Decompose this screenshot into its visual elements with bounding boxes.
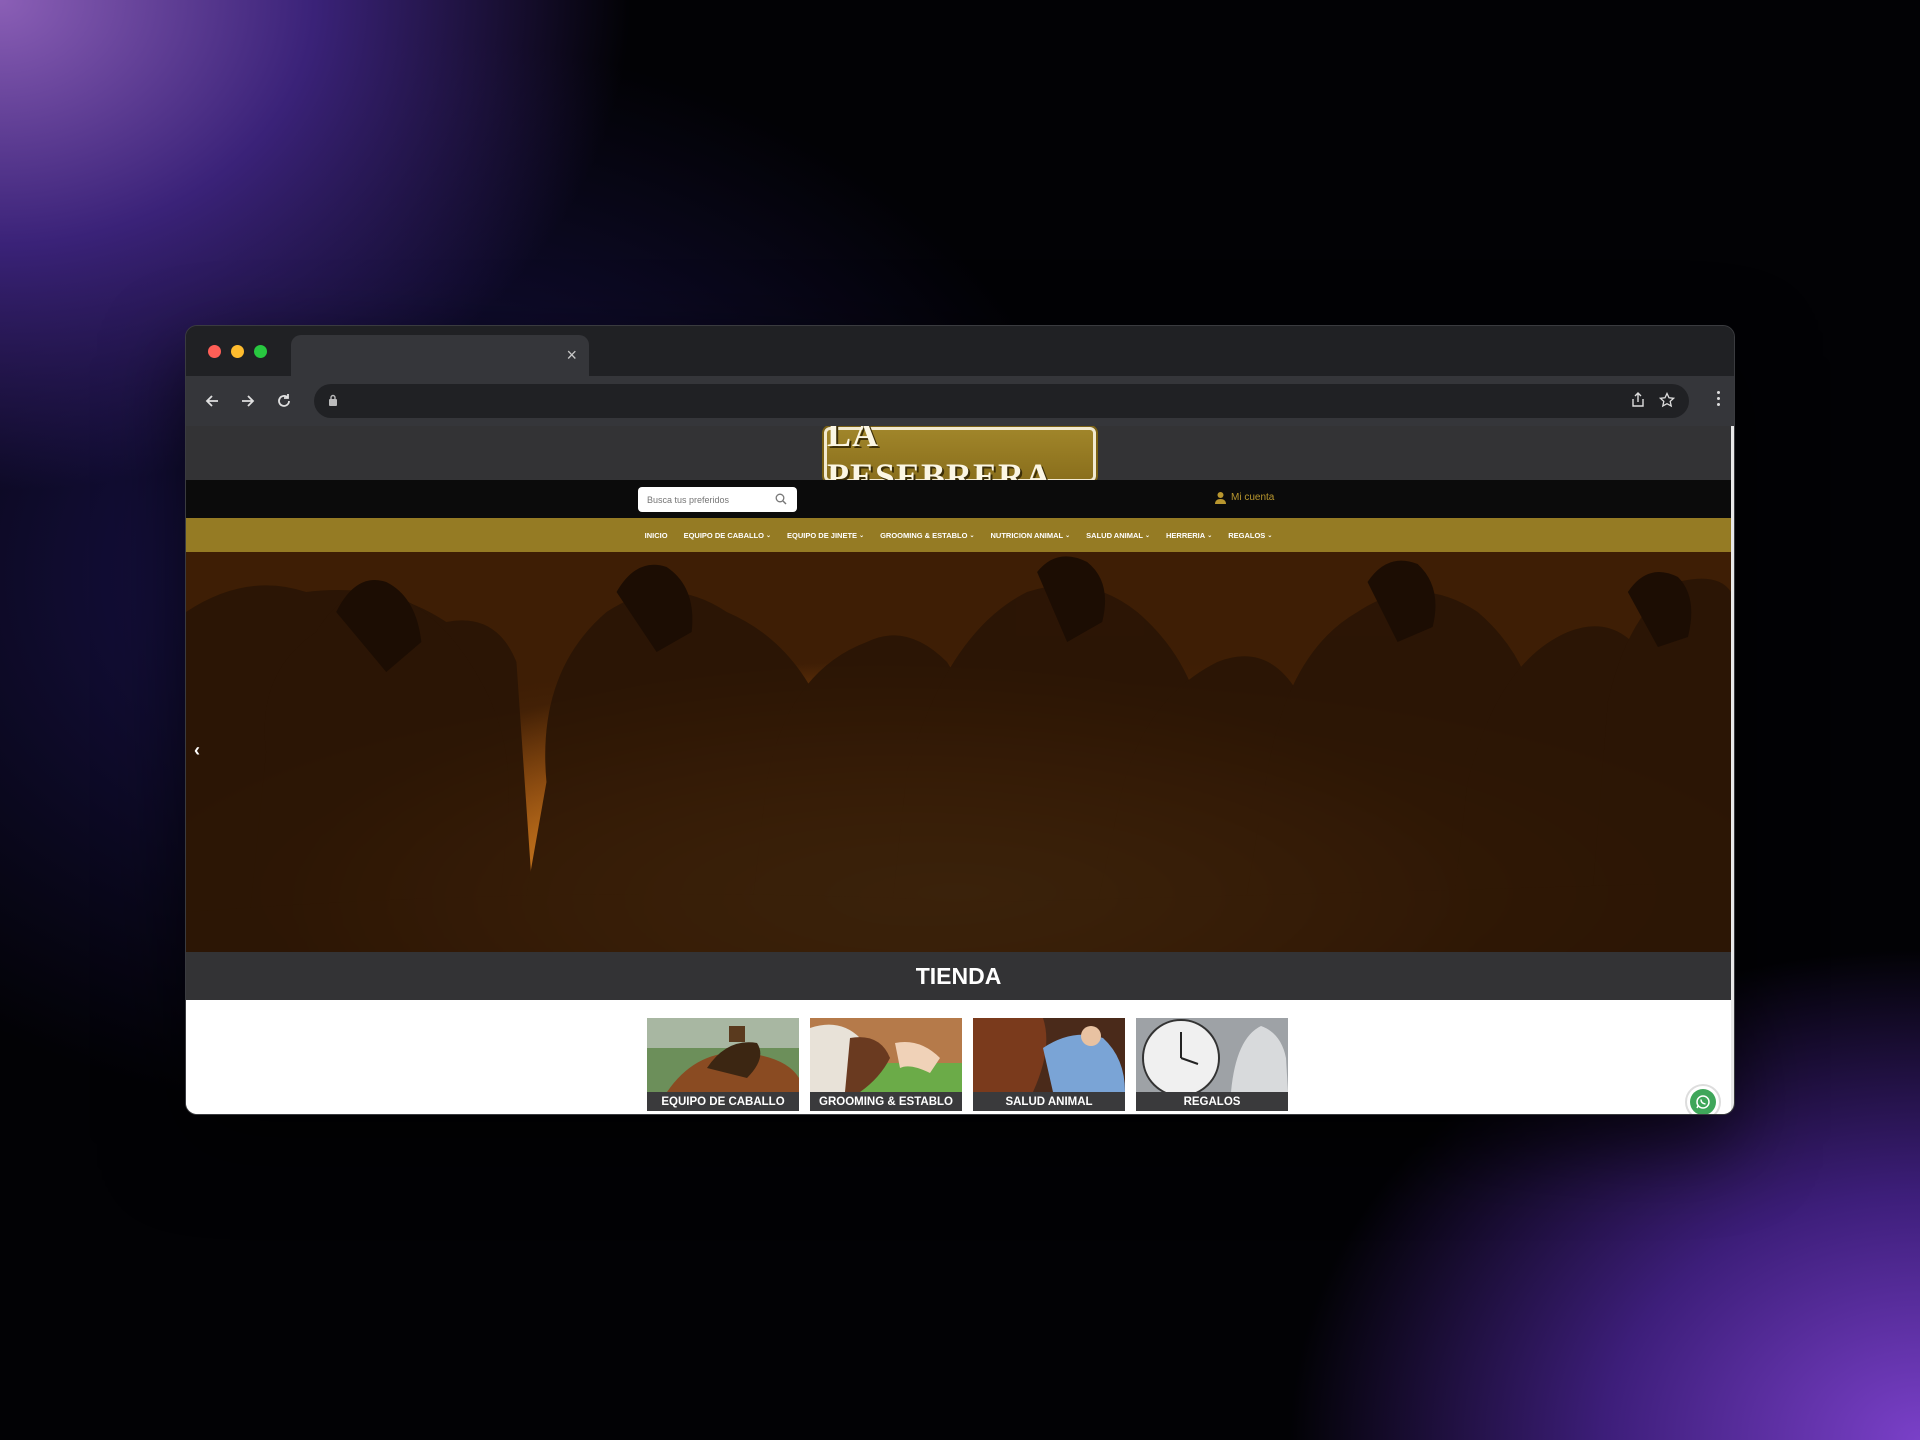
category-card-regalos[interactable]: REGALOS xyxy=(1136,1018,1288,1111)
saddle-image xyxy=(647,1018,799,1092)
nav-item-label: NUTRICION ANIMAL xyxy=(990,530,1064,540)
nav-item-equipo-de-jinete[interactable]: EQUIPO DE JINETE ⌄ xyxy=(787,531,864,540)
search-box xyxy=(638,487,797,512)
chevron-down-icon: ⌄ xyxy=(1144,532,1151,539)
category-label: GROOMING & ESTABLO xyxy=(810,1092,962,1111)
whatsapp-icon xyxy=(1696,1095,1710,1109)
nav-item-label: REGALOS xyxy=(1228,530,1266,540)
site-logo[interactable]: LA PESEBRERA xyxy=(824,426,1096,496)
category-grid: EQUIPO DE CABALLO GROOMING & ESTABLO SAL… xyxy=(186,1000,1731,1114)
user-icon xyxy=(1215,492,1226,504)
whatsapp-button[interactable] xyxy=(1685,1084,1721,1114)
share-icon[interactable] xyxy=(1631,392,1645,408)
search-icon[interactable] xyxy=(775,493,787,505)
nav-item-inicio[interactable]: INICIO xyxy=(645,531,668,540)
site-header: LA PESEBRERA xyxy=(186,426,1731,496)
chevron-down-icon: ⌄ xyxy=(969,532,975,539)
bookmark-star-icon[interactable] xyxy=(1659,392,1675,408)
close-window-button[interactable] xyxy=(208,345,221,358)
search-input[interactable] xyxy=(638,487,768,512)
nav-item-salud-animal[interactable]: SALUD ANIMAL ⌄ xyxy=(1086,531,1150,540)
grooming-image xyxy=(810,1018,962,1092)
chevron-down-icon: ⌄ xyxy=(766,532,772,539)
category-card-grooming-establo[interactable]: GROOMING & ESTABLO xyxy=(810,1018,962,1111)
page-scrollbar[interactable] xyxy=(1731,426,1734,1114)
browser-menu-icon[interactable] xyxy=(1717,391,1720,406)
nav-item-label: HERRERIA xyxy=(1166,530,1206,540)
category-label: REGALOS xyxy=(1136,1092,1288,1111)
main-navigation: INICIO EQUIPO DE CABALLO ⌄ EQUIPO DE JINETE… xyxy=(186,518,1731,552)
browser-toolbar xyxy=(186,376,1734,426)
clock-gift-image xyxy=(1136,1018,1288,1097)
browser-window: × LA PESEBRERA Busca tus preferidos Mi c… xyxy=(185,325,1735,1115)
category-label: EQUIPO DE CABALLO xyxy=(647,1092,799,1111)
nav-item-equipo-de-caballo[interactable]: EQUIPO DE CABALLO ⌄ xyxy=(684,531,771,540)
account-label: Mi cuenta xyxy=(1231,492,1275,503)
maximize-window-button[interactable] xyxy=(254,345,267,358)
account-link[interactable]: Mi cuenta xyxy=(1214,491,1274,504)
nav-item-label: INICIO xyxy=(644,530,668,540)
chevron-down-icon: ⌄ xyxy=(1207,532,1213,539)
horses-silhouette-image xyxy=(186,552,1731,952)
hero-banner: ‹ xyxy=(186,552,1731,952)
browser-tab[interactable]: × xyxy=(291,335,589,376)
category-card-equipo-caballo[interactable]: EQUIPO DE CABALLO xyxy=(647,1018,799,1111)
search-row: Mi cuenta xyxy=(186,480,1731,518)
window-controls xyxy=(208,345,267,358)
reload-button[interactable] xyxy=(266,383,302,419)
forward-arrow-icon xyxy=(242,395,255,407)
lock-icon xyxy=(329,394,337,406)
nav-item-label: SALUD ANIMAL xyxy=(1086,530,1143,540)
section-title: TIENDA xyxy=(915,962,1002,989)
title-bar: × xyxy=(186,326,1734,376)
hero-prev-arrow[interactable]: ‹ xyxy=(194,740,200,761)
nav-item-label: EQUIPO DE JINETE xyxy=(787,530,858,540)
address-bar[interactable] xyxy=(314,384,1689,418)
nav-item-herreria[interactable]: HERRERIA ⌄ xyxy=(1166,531,1212,540)
minimize-window-button[interactable] xyxy=(231,345,244,358)
category-label: SALUD ANIMAL xyxy=(973,1092,1125,1111)
nav-item-label: EQUIPO DE CABALLO xyxy=(683,530,764,540)
tab-close-icon[interactable]: × xyxy=(566,345,577,365)
nav-item-regalos[interactable]: REGALOS ⌄ xyxy=(1228,531,1272,540)
chevron-down-icon: ⌄ xyxy=(859,532,865,539)
nav-item-nutricion-animal[interactable]: NUTRICION ANIMAL ⌄ xyxy=(991,531,1071,540)
forward-button[interactable] xyxy=(230,383,266,419)
chevron-down-icon: ⌄ xyxy=(1065,532,1071,539)
back-button[interactable] xyxy=(194,383,230,419)
reload-icon xyxy=(278,394,290,407)
nav-item-label: GROOMING & ESTABLO xyxy=(880,530,968,540)
chevron-down-icon: ⌄ xyxy=(1267,532,1273,539)
web-page: LA PESEBRERA Mi cuenta INICIO EQUIPO DE C… xyxy=(186,426,1731,1114)
category-card-salud-animal[interactable]: SALUD ANIMAL xyxy=(973,1018,1125,1111)
vet-care-image xyxy=(973,1018,1125,1092)
nav-item-grooming-establo[interactable]: GROOMING & ESTABLO ⌄ xyxy=(880,531,974,540)
back-arrow-icon xyxy=(205,395,218,407)
store-section-header: TIENDA xyxy=(186,952,1731,1000)
